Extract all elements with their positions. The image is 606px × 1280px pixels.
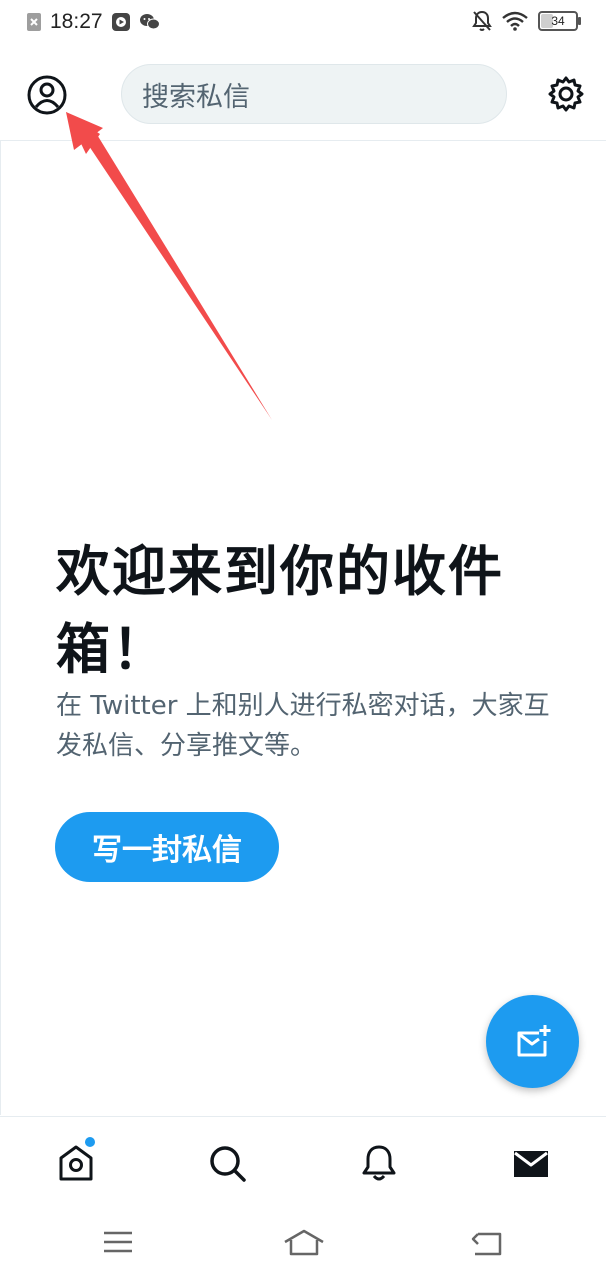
nav-home-button[interactable] bbox=[283, 1228, 325, 1258]
back-icon bbox=[471, 1232, 502, 1256]
tab-notifications[interactable] bbox=[357, 1141, 401, 1185]
annotation-arrow bbox=[66, 112, 272, 420]
home-notification-dot bbox=[85, 1137, 95, 1147]
nav-menu-button[interactable] bbox=[102, 1228, 138, 1258]
envelope-icon bbox=[514, 1151, 548, 1177]
home-icon bbox=[59, 1145, 93, 1181]
bell-icon bbox=[362, 1145, 396, 1181]
search-icon bbox=[210, 1146, 246, 1182]
new-message-fab[interactable] bbox=[486, 995, 579, 1088]
tab-home[interactable] bbox=[54, 1141, 98, 1185]
menu-icon bbox=[104, 1231, 132, 1253]
new-message-icon bbox=[517, 1024, 550, 1056]
nav-back-button[interactable] bbox=[470, 1228, 506, 1258]
home-outline-icon bbox=[284, 1229, 324, 1256]
tab-search[interactable] bbox=[205, 1141, 249, 1185]
tab-messages[interactable] bbox=[509, 1141, 553, 1185]
bottom-tab-bar bbox=[0, 1116, 606, 1211]
system-nav-bar bbox=[0, 1210, 606, 1280]
